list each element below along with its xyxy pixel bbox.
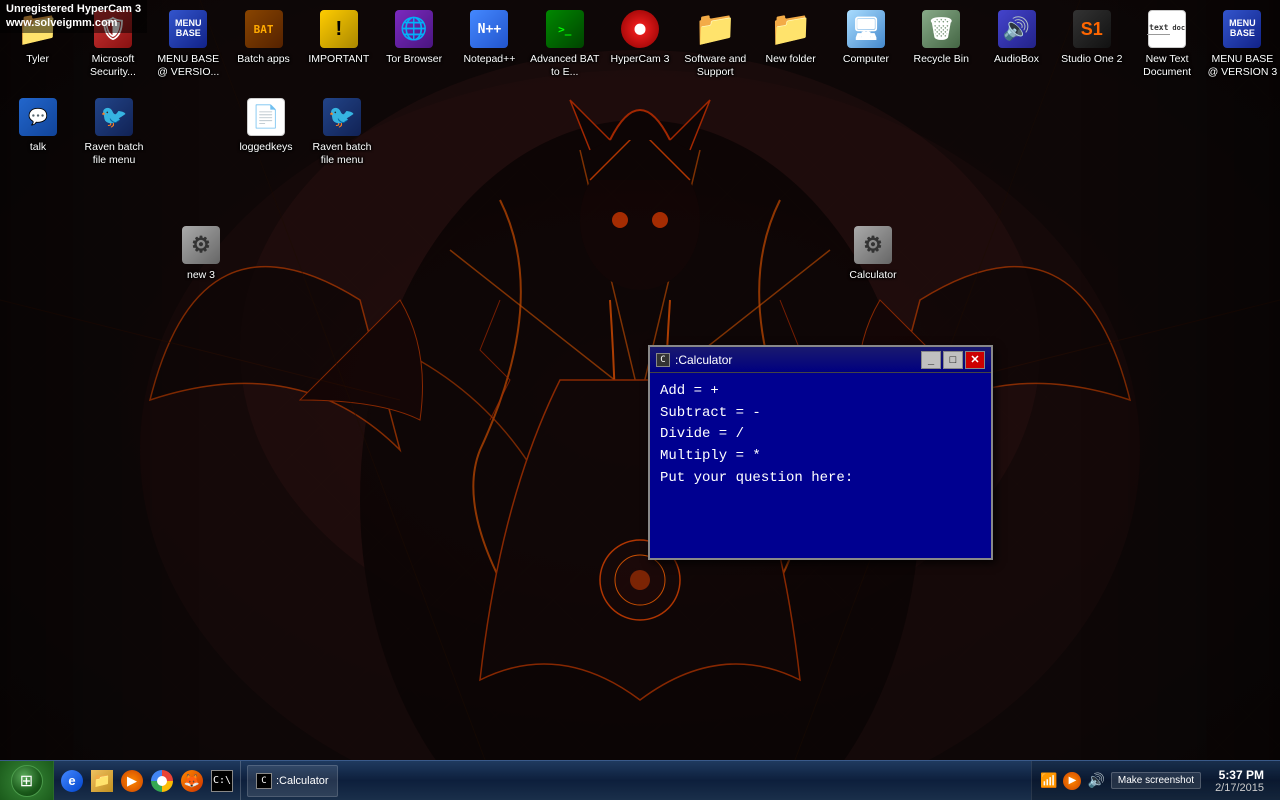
taskbar-item-calculator[interactable]: C :Calculator	[247, 765, 338, 797]
quick-launch-chrome[interactable]	[148, 767, 176, 795]
calc-line-4: Multiply = *	[660, 446, 981, 468]
calc-line-2: Subtract = -	[660, 403, 981, 425]
calc-minimize-button[interactable]: _	[921, 351, 941, 369]
calc-line-1: Add = +	[660, 381, 981, 403]
taskbar: ⊞ e 📁 ▶ 🦊 C:\	[0, 760, 1280, 800]
quick-launch-firefox[interactable]: 🦊	[178, 767, 206, 795]
desktop-icon-software-support[interactable]: 📁 Software and Support	[678, 4, 753, 82]
desktop-icon-talk[interactable]: 💬 talk	[0, 92, 76, 158]
make-screenshot-button[interactable]: Make screenshot	[1111, 772, 1201, 789]
windows-icon: ⊞	[20, 771, 33, 791]
icon-row-second: 💬 talk 🐦 Raven batch file menu 📄 loggedk…	[0, 90, 1280, 172]
icon-row-top: 📁 Tyler 🛡 Microsoft Security... MENUBASE…	[0, 0, 1280, 86]
desktop-icon-studio-one-2[interactable]: S1 Studio One 2	[1054, 4, 1129, 70]
desktop-icon-calculator[interactable]: ⚙ Calculator	[835, 220, 911, 286]
calc-titlebar: C :Calculator _ □ ✕	[650, 347, 991, 373]
desktop-icon-notepadpp[interactable]: N++ Notepad++	[452, 4, 527, 70]
firefox-icon: 🦊	[181, 770, 203, 792]
cmd-icon: C:\	[211, 770, 233, 792]
calc-title-text: :Calculator	[675, 353, 919, 367]
desktop-icon-advanced-bat[interactable]: >_ Advanced BAT to E...	[527, 4, 602, 82]
quick-launch-area: e 📁 ▶ 🦊 C:\	[54, 761, 241, 800]
start-button[interactable]: ⊞	[0, 761, 54, 800]
desktop-icons-area: 📁 Tyler 🛡 Microsoft Security... MENUBASE…	[0, 0, 1280, 760]
desktop-icon-tor-browser[interactable]: 🌐 Tor Browser	[376, 4, 451, 70]
calc-line-3: Divide = /	[660, 424, 981, 446]
clock-date: 2/17/2015	[1215, 782, 1264, 794]
chrome-icon	[151, 770, 173, 792]
tray-icon-volume[interactable]: 🔊	[1087, 772, 1104, 789]
tray-icon-media[interactable]: ▶	[1063, 772, 1081, 790]
tray-icon-network[interactable]: 📶	[1040, 772, 1057, 789]
calc-line-5: Put your question here:	[660, 468, 981, 490]
ie-icon: e	[61, 770, 83, 792]
desktop-icon-recycle-bin[interactable]: 🗑 Recycle Bin	[904, 4, 979, 70]
desktop-icon-new-text-doc[interactable]: text doc New Text Document	[1129, 4, 1204, 82]
taskbar-calc-label: :Calculator	[276, 775, 329, 787]
desktop-icon-microsoft-security[interactable]: 🛡 Microsoft Security...	[75, 4, 150, 82]
clock-time: 5:37 PM	[1215, 768, 1264, 782]
desktop-icon-important[interactable]: ! IMPORTANT	[301, 4, 376, 70]
desktop-icon-raven-batch-2[interactable]: 🐦 Raven batch file menu	[304, 92, 380, 170]
quick-launch-cmd[interactable]: C:\	[208, 767, 236, 795]
desktop-icon-computer[interactable]: 🖥 Computer	[828, 4, 903, 70]
calc-title-icon: C	[656, 353, 670, 367]
desktop-icon-menu-base-1[interactable]: MENUBASE MENU BASE @ VERSIO...	[151, 4, 226, 82]
quick-launch-ie[interactable]: e	[58, 767, 86, 795]
desktop-icon-raven-batch-1[interactable]: 🐦 Raven batch file menu	[76, 92, 152, 170]
desktop-icon-hypercam3[interactable]: ⏺ HyperCam 3	[602, 4, 677, 70]
quick-launch-wmp[interactable]: ▶	[118, 767, 146, 795]
wmp-icon: ▶	[121, 770, 143, 792]
calculator-window: C :Calculator _ □ ✕ Add = + Subtract = -…	[648, 345, 993, 560]
calc-close-button[interactable]: ✕	[965, 351, 985, 369]
explorer-icon: 📁	[91, 770, 113, 792]
quick-launch-explorer[interactable]: 📁	[88, 767, 116, 795]
taskbar-calc-icon: C	[256, 773, 272, 789]
desktop: Unregistered HyperCam 3 www.solveigmm.co…	[0, 0, 1280, 800]
desktop-icon-batch-apps[interactable]: BAT Batch apps	[226, 4, 301, 70]
desktop-icon-tyler[interactable]: 📁 Tyler	[0, 4, 75, 70]
start-orb: ⊞	[11, 765, 43, 797]
system-tray: 📶 ▶ 🔊 Make screenshot 5:37 PM 2/17/2015	[1031, 761, 1280, 800]
desktop-icon-loggedkeys[interactable]: 📄 loggedkeys	[228, 92, 304, 158]
desktop-icon-new-folder[interactable]: 📁 New folder	[753, 4, 828, 70]
calc-body: Add = + Subtract = - Divide = / Multiply…	[650, 373, 991, 558]
desktop-icon-menu-base-3[interactable]: MENUBASE MENU BASE @ VERSION 3	[1205, 4, 1280, 82]
desktop-icon-new-3[interactable]: ⚙ new 3	[163, 220, 239, 286]
calc-maximize-button[interactable]: □	[943, 351, 963, 369]
clock-area[interactable]: 5:37 PM 2/17/2015	[1207, 768, 1272, 794]
desktop-icon-audiobox[interactable]: 🔊 AudioBox	[979, 4, 1054, 70]
taskbar-items: C :Calculator	[241, 761, 1031, 800]
